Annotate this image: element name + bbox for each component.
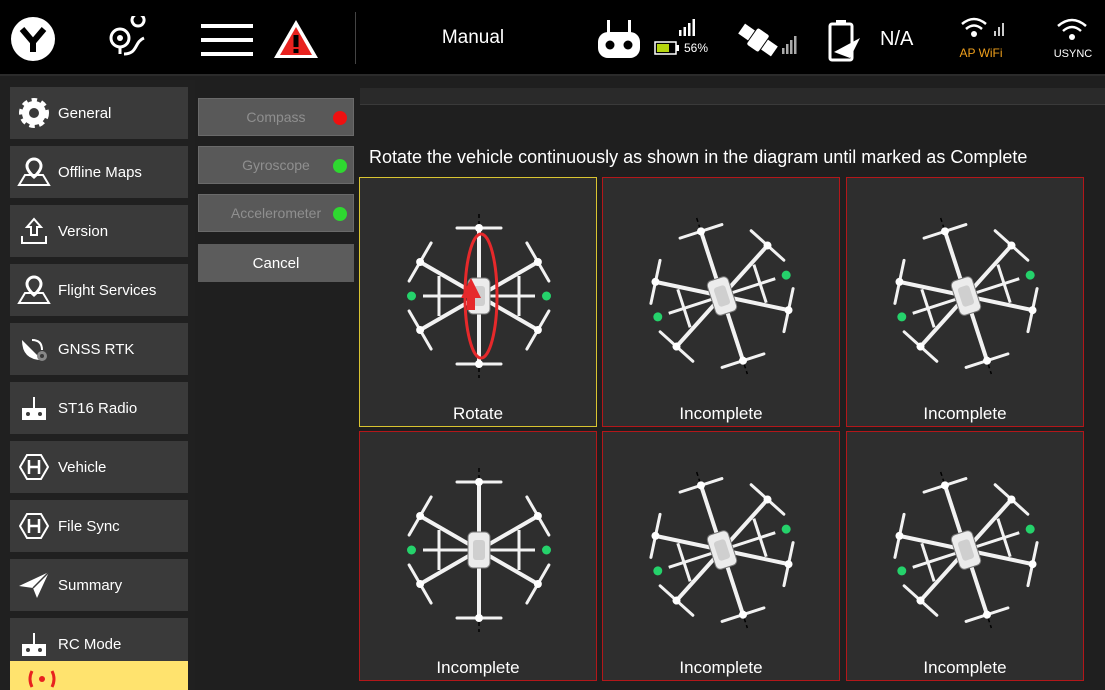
radio-waves-icon <box>28 670 56 688</box>
remote-controller-icon <box>596 18 642 62</box>
calibration-tile: Incomplete <box>602 431 840 681</box>
sidebar-item-summary[interactable]: Summary <box>10 559 188 611</box>
hexacopter-icon <box>893 217 1039 375</box>
tile-status-label: Rotate <box>452 404 504 423</box>
sensor-label: Accelerometer <box>230 205 322 221</box>
tile-status-label: Incomplete <box>679 404 763 423</box>
calibration-tile: Rotate <box>359 177 597 427</box>
tile-status-label: Incomplete <box>679 658 763 677</box>
sidebar-item-gnss-rtk[interactable]: GNSS RTK <box>10 323 188 375</box>
sidebar-item-label: ST16 Radio <box>58 399 138 417</box>
sidebar-item-label: Summary <box>58 576 123 594</box>
status-indicator-icon <box>333 159 347 173</box>
sidebar-item-label: Vehicle <box>58 458 107 476</box>
tile-status-label: Incomplete <box>923 658 1007 677</box>
warning-icon[interactable] <box>272 17 320 61</box>
sidebar-item-general[interactable]: General <box>10 87 188 139</box>
hexacopter-icon <box>649 217 795 375</box>
sidebar-item-version[interactable]: Version <box>10 205 188 257</box>
vehicle-battery-icon <box>826 18 866 64</box>
cancel-button[interactable]: Cancel <box>198 244 354 282</box>
hexacopter-icon <box>407 468 551 632</box>
route-plan-icon[interactable] <box>104 16 158 62</box>
sidebar-item-st16-radio[interactable]: ST16 Radio <box>10 382 188 434</box>
battery-percentage: 56% <box>684 41 709 55</box>
sidebar-item-label: Version <box>58 222 109 240</box>
hexagon-h-icon <box>10 500 58 552</box>
sidebar-item-label: General <box>58 104 112 122</box>
signal-strength-icon <box>678 18 696 36</box>
sidebar-item-file-sync[interactable]: File Sync <box>10 500 188 552</box>
hexagon-h-icon <box>10 441 58 493</box>
sidebar-item-label: RC Mode <box>58 635 122 653</box>
status-indicator-icon <box>333 111 347 125</box>
menu-icon[interactable] <box>200 20 254 60</box>
map-pin-icon <box>10 146 58 198</box>
hexacopter-icon <box>407 214 551 378</box>
ap-wifi-label: AP WiFi <box>959 46 1003 60</box>
gps-status-text: N/A <box>880 28 914 50</box>
sensor-label: Compass <box>246 109 306 125</box>
sidebar-item-offline-maps[interactable]: Offline Maps <box>10 146 188 198</box>
calibration-tile: Incomplete <box>846 177 1084 427</box>
tile-status-label: Incomplete <box>436 658 520 677</box>
sensor-accelerometer-button[interactable]: Accelerometer <box>198 194 354 232</box>
app-logo-icon[interactable] <box>10 16 56 62</box>
settings-sidebar: General Offline Maps Version Flight Serv… <box>0 80 195 690</box>
sidebar-item-label: GNSS RTK <box>58 340 135 358</box>
flight-mode-selector[interactable]: Manual <box>398 22 548 54</box>
calibration-tile: Incomplete <box>602 177 840 427</box>
paper-plane-icon <box>10 559 58 611</box>
sidebar-item-label: Offline Maps <box>58 163 142 181</box>
sensor-compass-button[interactable]: Compass <box>198 98 354 136</box>
hexacopter-icon <box>893 471 1039 629</box>
calibration-instruction: Rotate the vehicle continuously as shown… <box>369 147 1028 167</box>
battery-icon <box>654 41 680 55</box>
gear-icon <box>10 87 58 139</box>
sidebar-item-flight-services[interactable]: Flight Services <box>10 264 188 316</box>
ap-wifi-icon[interactable] <box>958 14 1008 40</box>
satellite-gear-icon <box>10 323 58 375</box>
sensor-label: Gyroscope <box>242 157 310 173</box>
usync-wifi-icon[interactable] <box>1052 16 1092 42</box>
calibration-tile: Incomplete <box>359 431 597 681</box>
hexacopter-icon <box>649 471 795 629</box>
sidebar-item-label: File Sync <box>58 517 120 535</box>
sidebar-item-label: Flight Services <box>58 281 157 299</box>
top-toolbar: Manual 56% N/A AP WiFi USYNC <box>0 0 1105 76</box>
usync-label: USYNC <box>1053 48 1093 60</box>
map-pin-icon <box>10 264 58 316</box>
sensor-gyroscope-button[interactable]: Gyroscope <box>198 146 354 184</box>
status-indicator-icon <box>333 207 347 221</box>
upload-icon <box>10 205 58 257</box>
gps-satellite-icon <box>736 18 800 62</box>
content-header-strip <box>360 88 1105 105</box>
toolbar-divider <box>355 12 356 64</box>
sidebar-item-vehicle[interactable]: Vehicle <box>10 441 188 493</box>
sidebar-item-partial[interactable] <box>10 661 188 690</box>
remote-controller-icon <box>10 382 58 434</box>
tile-status-label: Incomplete <box>923 404 1007 423</box>
calibration-tile: Incomplete <box>846 431 1084 681</box>
